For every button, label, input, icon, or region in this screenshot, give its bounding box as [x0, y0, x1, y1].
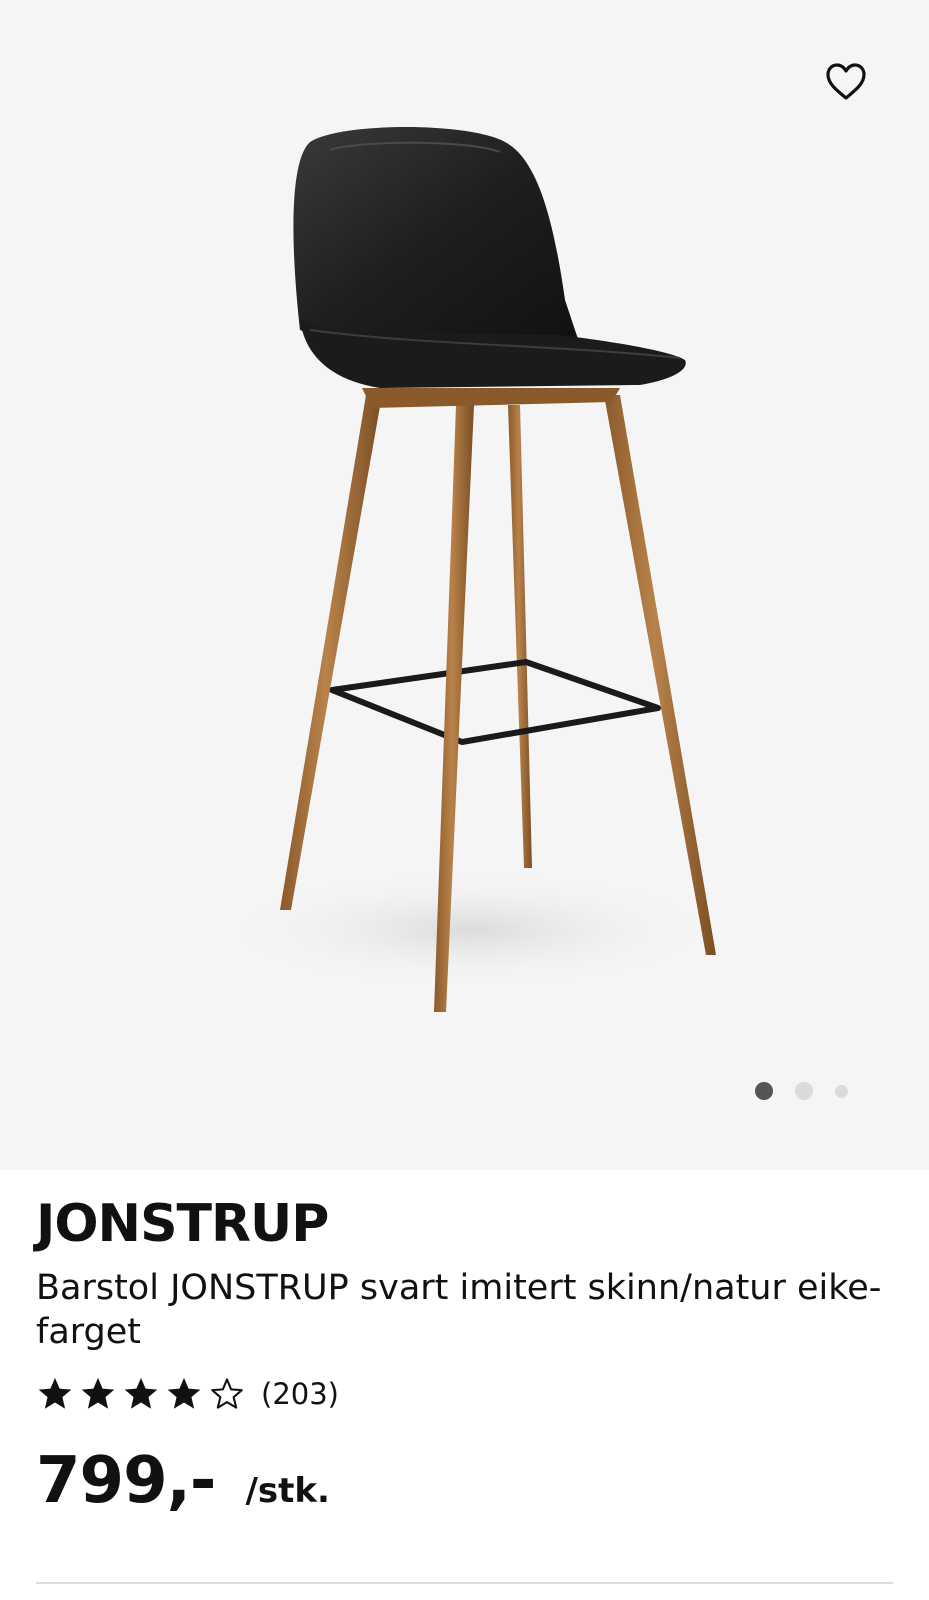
- product-gallery[interactable]: [0, 0, 929, 1170]
- product-page: JONSTRUP Barstol JONSTRUP svart imitert …: [0, 0, 929, 1600]
- product-image[interactable]: [0, 0, 929, 1170]
- gallery-dot-1[interactable]: [755, 1082, 773, 1100]
- review-count[interactable]: (203): [261, 1377, 339, 1411]
- gallery-dot-2[interactable]: [795, 1082, 813, 1100]
- product-rating[interactable]: (203): [36, 1372, 893, 1416]
- star-filled-icon: [38, 1377, 72, 1409]
- product-description: Barstol JONSTRUP svart imitert skinn/nat…: [36, 1268, 882, 1352]
- product-info: JONSTRUP Barstol JONSTRUP svart imitert …: [36, 1170, 893, 1518]
- gallery-dot-3[interactable]: [835, 1084, 848, 1098]
- star-filled-icon: [81, 1377, 115, 1409]
- price-row: 799,- /stk.: [36, 1444, 893, 1518]
- price-unit: /stk.: [245, 1471, 330, 1511]
- star-filled-icon: [124, 1377, 158, 1409]
- star-filled-icon: [167, 1377, 201, 1409]
- favorite-button[interactable]: [818, 54, 874, 110]
- heart-outline-icon: [826, 63, 866, 100]
- star-outline-icon: [211, 1378, 243, 1409]
- gallery-pagination: [755, 1080, 848, 1102]
- rating-stars: [36, 1375, 251, 1413]
- product-name: JONSTRUP: [36, 1194, 329, 1254]
- product-price: 799,-: [36, 1444, 216, 1518]
- section-divider: [36, 1582, 893, 1584]
